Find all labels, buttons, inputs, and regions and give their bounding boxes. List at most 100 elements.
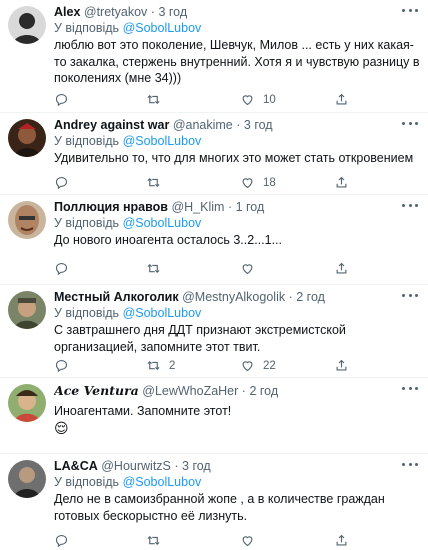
retweet-icon (147, 535, 160, 546)
reply-prefix: У відповідь (54, 134, 120, 148)
share-icon (336, 359, 347, 371)
author-handle[interactable]: @tretyakov (84, 5, 147, 19)
timestamp[interactable]: 3 год (158, 5, 187, 19)
reply-icon (55, 176, 68, 190)
reply-icon (55, 262, 68, 276)
mention-link[interactable]: @SobolLubov (123, 475, 202, 489)
share-button[interactable] (334, 533, 349, 548)
like-count: 18 (263, 176, 276, 189)
retweet-button[interactable] (146, 92, 169, 107)
like-button[interactable] (240, 261, 263, 276)
like-count: 10 (263, 93, 276, 106)
reply-button[interactable] (54, 261, 69, 276)
retweet-count: 2 (169, 359, 176, 372)
author-handle[interactable]: @HourwitzS (101, 459, 171, 473)
reply-icon (55, 534, 68, 548)
reply-icon (55, 359, 68, 373)
tweet-mestny[interactable]: Местный Алкоголик @MestnyAlkogolik · 2 г… (0, 285, 428, 378)
like-button[interactable]: 18 (240, 175, 276, 190)
separator-dot: · (174, 459, 179, 473)
tweet-text: До нового иноагента осталось 3..2...1... (54, 233, 282, 247)
reply-prefix: У відповідь (54, 475, 120, 489)
reply-context: У відповідь @SobolLubov (54, 474, 420, 490)
avatar[interactable] (8, 384, 46, 422)
tweet-laca[interactable]: LA&CA @HourwitzS · 3 год У відповідь @So… (0, 454, 428, 550)
author-handle[interactable]: @LewWhoZaHer (142, 384, 238, 398)
reply-context: У відповідь @SobolLubov (54, 20, 420, 36)
retweet-button[interactable] (146, 175, 169, 190)
retweet-icon (147, 263, 160, 274)
action-bar: 18 (54, 175, 394, 191)
author-name[interactable]: Andrey against war (54, 118, 169, 132)
timestamp[interactable]: 3 год (244, 118, 273, 132)
share-button[interactable] (334, 358, 349, 373)
tweet-text: Удивительно то, что для многих это может… (54, 151, 414, 165)
avatar[interactable] (8, 119, 46, 157)
mention-link[interactable]: @SobolLubov (123, 216, 202, 230)
reply-button[interactable] (54, 533, 69, 548)
retweet-button[interactable] (146, 261, 169, 276)
relieved-face-emoji: 😌 (54, 419, 69, 436)
author-handle[interactable]: @H_Klim (171, 200, 224, 214)
avatar[interactable] (8, 291, 46, 329)
share-icon (336, 534, 347, 546)
mention-link[interactable]: @SobolLubov (123, 306, 202, 320)
reply-prefix: У відповідь (54, 216, 120, 230)
author-handle[interactable]: @anakime (173, 118, 233, 132)
retweet-button[interactable]: 2 (146, 358, 175, 373)
action-bar (54, 533, 394, 549)
reply-context: У відповідь @SobolLubov (54, 305, 420, 321)
mention-link[interactable]: @SobolLubov (123, 21, 202, 35)
tweet-text: люблю вот это поколение, Шевчук, Милов .… (54, 38, 420, 85)
reply-context: У відповідь @SobolLubov (54, 215, 420, 231)
reply-context: У відповідь @SobolLubov (54, 133, 420, 149)
author-name[interactable]: Alex (54, 5, 80, 19)
mention-link[interactable]: @SobolLubov (123, 134, 202, 148)
avatar[interactable] (8, 201, 46, 239)
retweet-icon (147, 177, 160, 188)
separator-dot: · (288, 290, 293, 304)
tweet-alex[interactable]: Alex @tretyakov · 3 год У відповідь @Sob… (0, 0, 428, 113)
share-button[interactable] (334, 92, 349, 107)
reply-prefix: У відповідь (54, 306, 120, 320)
author-name[interactable]: LA&CA (54, 459, 98, 473)
separator-dot: · (227, 200, 233, 214)
timestamp[interactable]: 1 год (236, 200, 265, 214)
reply-button[interactable] (54, 92, 69, 107)
tweet-andrey[interactable]: Andrey against war @anakime · 3 год У ві… (0, 113, 428, 195)
tweet-ace[interactable]: Ace Ventura @LewWhoZaHer · 2 год Иноаген… (0, 378, 428, 454)
timestamp[interactable]: 2 год (296, 290, 325, 304)
retweet-button[interactable] (146, 533, 169, 548)
heart-icon (242, 264, 253, 275)
author-name[interactable]: Поллюция нравов (54, 200, 168, 214)
reply-icon (55, 93, 68, 107)
reply-button[interactable] (54, 358, 69, 373)
heart-icon (242, 361, 253, 372)
author-name[interactable]: Ace Ventura (54, 383, 139, 398)
avatar[interactable] (8, 6, 46, 44)
like-button[interactable]: 22 (240, 358, 276, 373)
timestamp[interactable]: 3 год (182, 459, 211, 473)
share-button[interactable] (334, 175, 349, 190)
like-button[interactable] (240, 533, 263, 548)
tweet-pollution[interactable]: Поллюция нравов @H_Klim · 1 год У відпов… (0, 195, 428, 285)
avatar[interactable] (8, 460, 46, 498)
separator-dot: · (150, 5, 155, 19)
action-bar: 10 (54, 92, 394, 108)
separator-dot: · (236, 118, 241, 132)
share-button[interactable] (334, 261, 349, 276)
share-icon (336, 176, 347, 188)
heart-icon (242, 178, 253, 189)
author-handle[interactable]: @MestnyAlkogolik (182, 290, 285, 304)
reply-prefix: У відповідь (54, 21, 120, 35)
heart-icon (242, 536, 253, 547)
reply-button[interactable] (54, 175, 69, 190)
heart-icon (242, 95, 253, 106)
timestamp[interactable]: 2 год (249, 384, 278, 398)
share-icon (336, 262, 347, 274)
like-button[interactable]: 10 (240, 92, 276, 107)
like-count: 22 (263, 359, 276, 372)
retweet-icon (147, 94, 160, 105)
author-name[interactable]: Местный Алкоголик (54, 290, 179, 304)
tweet-text: С завтрашнего дня ДДТ признают экстремис… (54, 323, 346, 354)
